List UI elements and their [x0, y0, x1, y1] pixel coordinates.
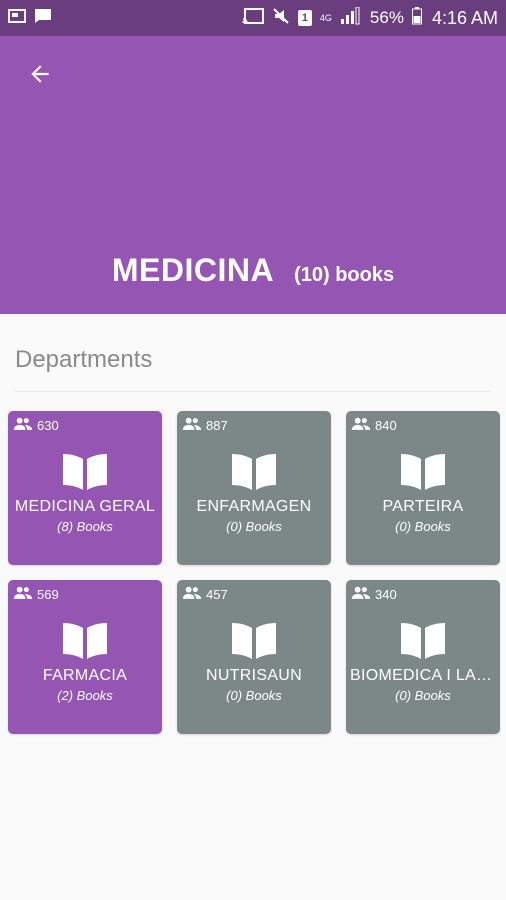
- department-card[interactable]: 630 MEDICINA GERAL (8) Books: [8, 411, 162, 565]
- member-count-value: 630: [37, 418, 59, 433]
- status-bar: 1 4G 56% 4:16 AM: [0, 0, 506, 36]
- people-icon: [13, 586, 33, 603]
- department-card[interactable]: 887 ENFARMAGEN (0) Books: [177, 411, 331, 565]
- open-book-icon: [399, 620, 447, 660]
- department-name: BIOMEDICA I LAB...: [350, 667, 496, 684]
- department-card[interactable]: 840 PARTEIRA (0) Books: [346, 411, 500, 565]
- department-name: FARMACIA: [42, 667, 128, 684]
- title-row: MEDICINA (10) books: [0, 252, 506, 289]
- open-book-icon: [61, 620, 109, 660]
- department-book-count: (0) Books: [395, 688, 451, 703]
- department-book-count: (0) Books: [395, 519, 451, 534]
- member-count-value: 569: [37, 587, 59, 602]
- department-grid: 630 MEDICINA GERAL (8) Books 887 ENFARMA…: [8, 411, 500, 734]
- open-book-icon: [61, 451, 109, 491]
- signal-icon: [340, 6, 362, 30]
- member-count: 340: [351, 586, 397, 603]
- member-count: 887: [182, 417, 228, 434]
- chat-icon: [34, 8, 52, 29]
- member-count: 630: [13, 417, 59, 434]
- department-card[interactable]: 569 FARMACIA (2) Books: [8, 580, 162, 734]
- department-book-count: (0) Books: [226, 519, 282, 534]
- notification-badge: 1: [297, 10, 312, 26]
- member-count: 840: [351, 417, 397, 434]
- people-icon: [351, 417, 371, 434]
- department-book-count: (2) Books: [57, 688, 113, 703]
- page-title: MEDICINA: [111, 252, 275, 288]
- book-count: (10) books: [294, 264, 395, 286]
- header: MEDICINA (10) books: [0, 36, 506, 314]
- department-name: PARTEIRA: [382, 498, 464, 515]
- network-label: 4G: [319, 12, 332, 23]
- mute-icon: [272, 7, 290, 30]
- department-book-count: (0) Books: [226, 688, 282, 703]
- department-card[interactable]: 457 NUTRISAUN (0) Books: [177, 580, 331, 734]
- open-book-icon: [399, 451, 447, 491]
- status-left: [8, 8, 52, 29]
- battery-icon: [411, 6, 422, 30]
- department-name: ENFARMAGEN: [196, 498, 312, 515]
- back-button[interactable]: [22, 58, 58, 94]
- member-count: 569: [13, 586, 59, 603]
- member-count-value: 457: [206, 587, 228, 602]
- status-right: 1 4G 56% 4:16 AM: [242, 6, 498, 30]
- department-name: MEDICINA GERAL: [14, 498, 156, 515]
- people-icon: [182, 586, 202, 603]
- divider: [15, 391, 491, 392]
- open-book-icon: [230, 620, 278, 660]
- member-count-value: 340: [375, 587, 397, 602]
- department-name: NUTRISAUN: [205, 667, 303, 684]
- people-icon: [182, 417, 202, 434]
- arrow-back-icon: [27, 61, 53, 92]
- screenshot-icon: [8, 8, 26, 29]
- people-icon: [351, 586, 371, 603]
- battery-percent: 56%: [369, 8, 404, 27]
- member-count-value: 840: [375, 418, 397, 433]
- member-count: 457: [182, 586, 228, 603]
- member-count-value: 887: [206, 418, 228, 433]
- section-title: Departments: [15, 346, 153, 373]
- cast-icon: [242, 7, 264, 29]
- department-book-count: (8) Books: [57, 519, 113, 534]
- clock: 4:16 AM: [431, 7, 498, 28]
- open-book-icon: [230, 451, 278, 491]
- people-icon: [13, 417, 33, 434]
- department-card[interactable]: 340 BIOMEDICA I LAB... (0) Books: [346, 580, 500, 734]
